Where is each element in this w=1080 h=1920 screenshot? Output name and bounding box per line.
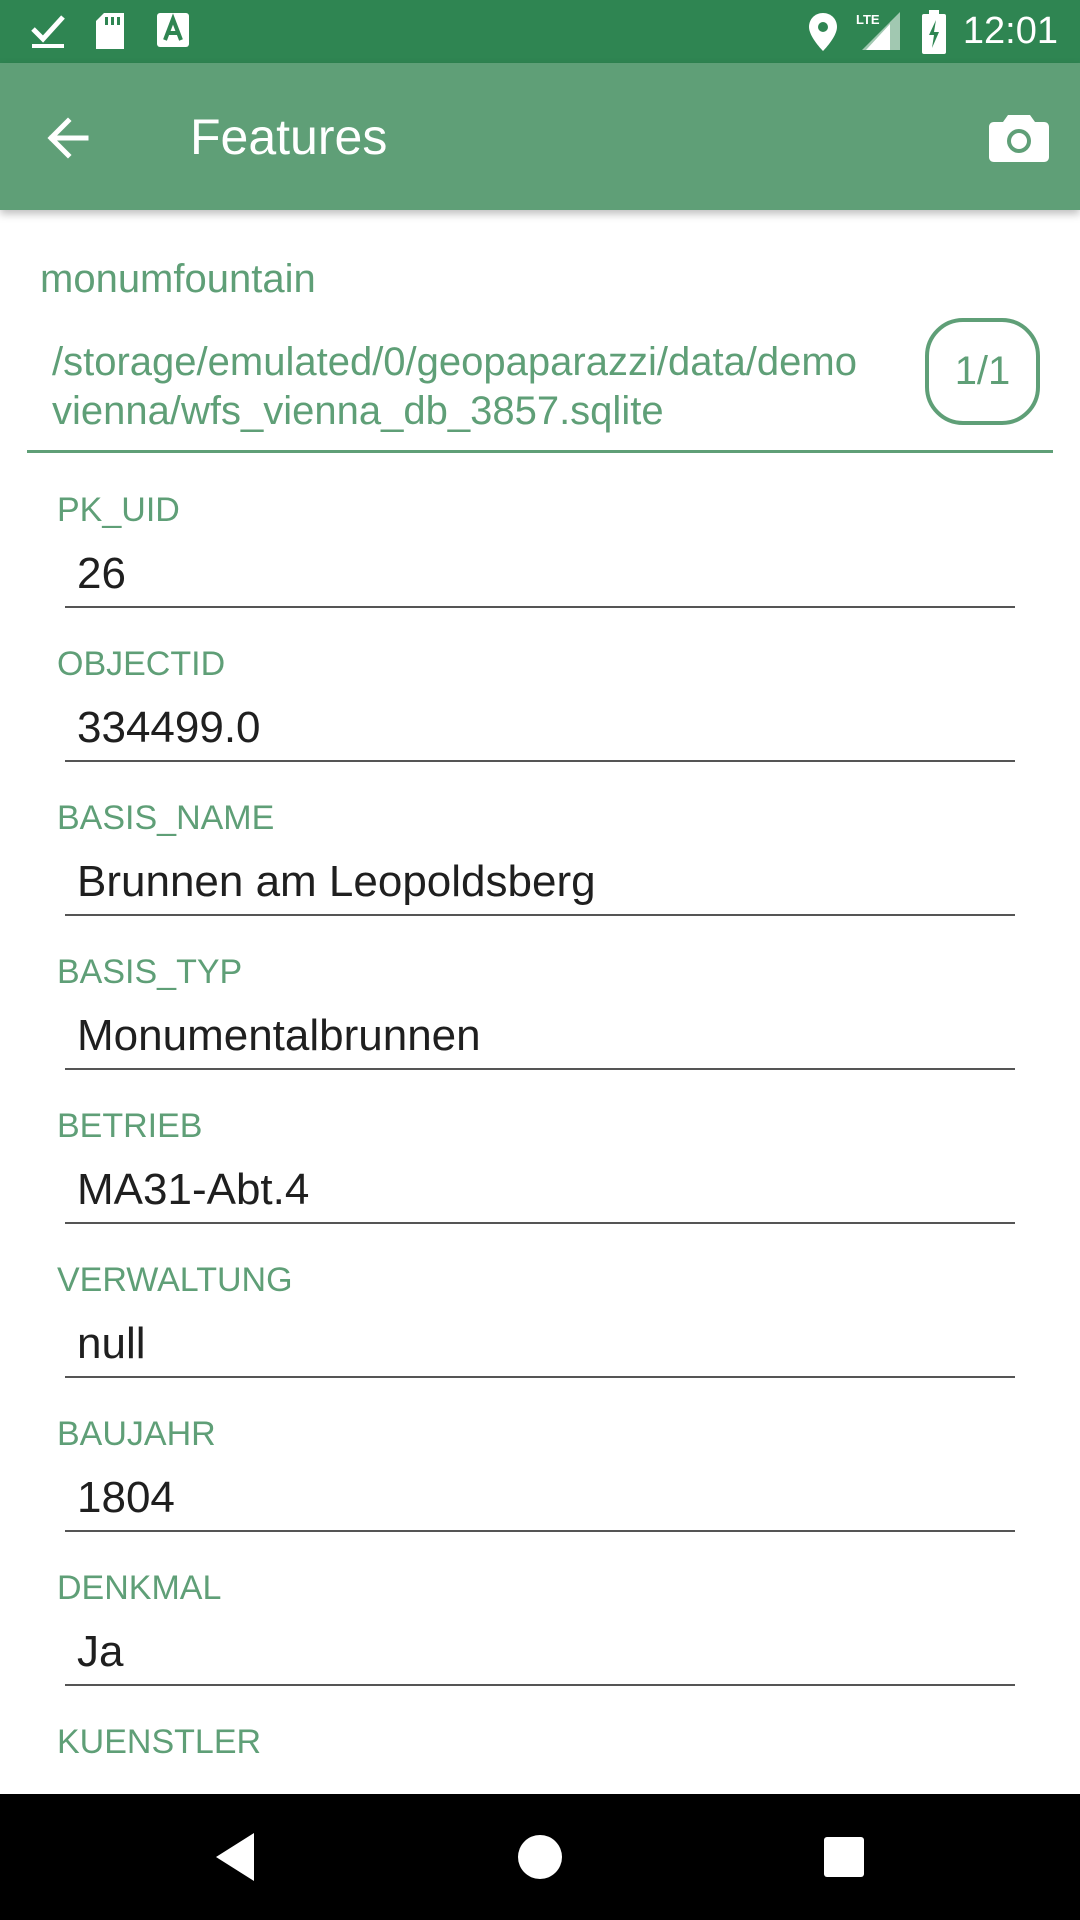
- app-bar: Features: [0, 63, 1080, 210]
- status-bar: LTE 12:01: [0, 0, 1080, 63]
- sd-card-icon: [94, 12, 126, 55]
- camera-icon: [984, 115, 1054, 175]
- layer-name: monumfountain: [40, 257, 316, 301]
- field-input-denkmal[interactable]: Ja: [65, 1622, 1015, 1686]
- field-label-kuenstler: KUENSTLER: [57, 1723, 262, 1761]
- app-a-icon: [156, 12, 190, 53]
- field-label-verwaltung: VERWALTUNG: [57, 1261, 293, 1299]
- page-title: Features: [190, 109, 388, 165]
- field-input-basis-typ[interactable]: Monumentalbrunnen: [65, 1006, 1015, 1070]
- back-button[interactable]: [38, 103, 108, 173]
- lte-signal-icon: LTE: [856, 10, 902, 57]
- field-input-objectid[interactable]: 334499.0: [65, 698, 1015, 762]
- battery-charging-icon: [922, 10, 946, 59]
- status-time: 12:01: [962, 10, 1058, 52]
- field-label-basis-name: BASIS_NAME: [57, 799, 275, 837]
- nav-recents-icon: [814, 1837, 874, 1891]
- camera-button[interactable]: [984, 101, 1054, 171]
- field-label-pk-uid: PK_UID: [57, 491, 180, 529]
- arrow-back-icon: [38, 117, 108, 177]
- field-label-betrieb: BETRIEB: [57, 1107, 203, 1145]
- nav-home-icon: [510, 1835, 570, 1891]
- database-path-line2: vienna/wfs_vienna_db_3857.sqlite: [52, 389, 664, 433]
- svg-text:LTE: LTE: [856, 12, 880, 27]
- feature-counter-badge: 1/1: [925, 318, 1040, 425]
- nav-home-button[interactable]: [510, 1827, 570, 1887]
- check-icon: [30, 12, 66, 55]
- field-label-objectid: OBJECTID: [57, 645, 226, 683]
- header-divider: [27, 450, 1053, 453]
- location-icon: [808, 12, 838, 57]
- field-label-baujahr: BAUJAHR: [57, 1415, 216, 1453]
- field-input-verwaltung[interactable]: null: [65, 1314, 1015, 1378]
- nav-recents-button[interactable]: [814, 1827, 874, 1887]
- field-input-baujahr[interactable]: 1804: [65, 1468, 1015, 1532]
- system-nav-bar: [0, 1794, 1080, 1920]
- features-screen: LTE 12:01 Features monumfountain /storag…: [0, 0, 1080, 1920]
- field-label-basis-typ: BASIS_TYP: [57, 953, 243, 991]
- database-path: /storage/emulated/0/geopaparazzi/data/de…: [52, 338, 922, 436]
- field-input-pk-uid[interactable]: 26: [65, 544, 1015, 608]
- nav-back-icon: [206, 1833, 266, 1891]
- field-input-basis-name[interactable]: Brunnen am Leopoldsberg: [65, 852, 1015, 916]
- database-path-line1: /storage/emulated/0/geopaparazzi/data/de…: [52, 340, 857, 384]
- feature-content[interactable]: monumfountain /storage/emulated/0/geopap…: [0, 210, 1080, 1794]
- nav-back-button[interactable]: [206, 1827, 266, 1887]
- field-label-denkmal: DENKMAL: [57, 1569, 222, 1607]
- field-input-betrieb[interactable]: MA31-Abt.4: [65, 1160, 1015, 1224]
